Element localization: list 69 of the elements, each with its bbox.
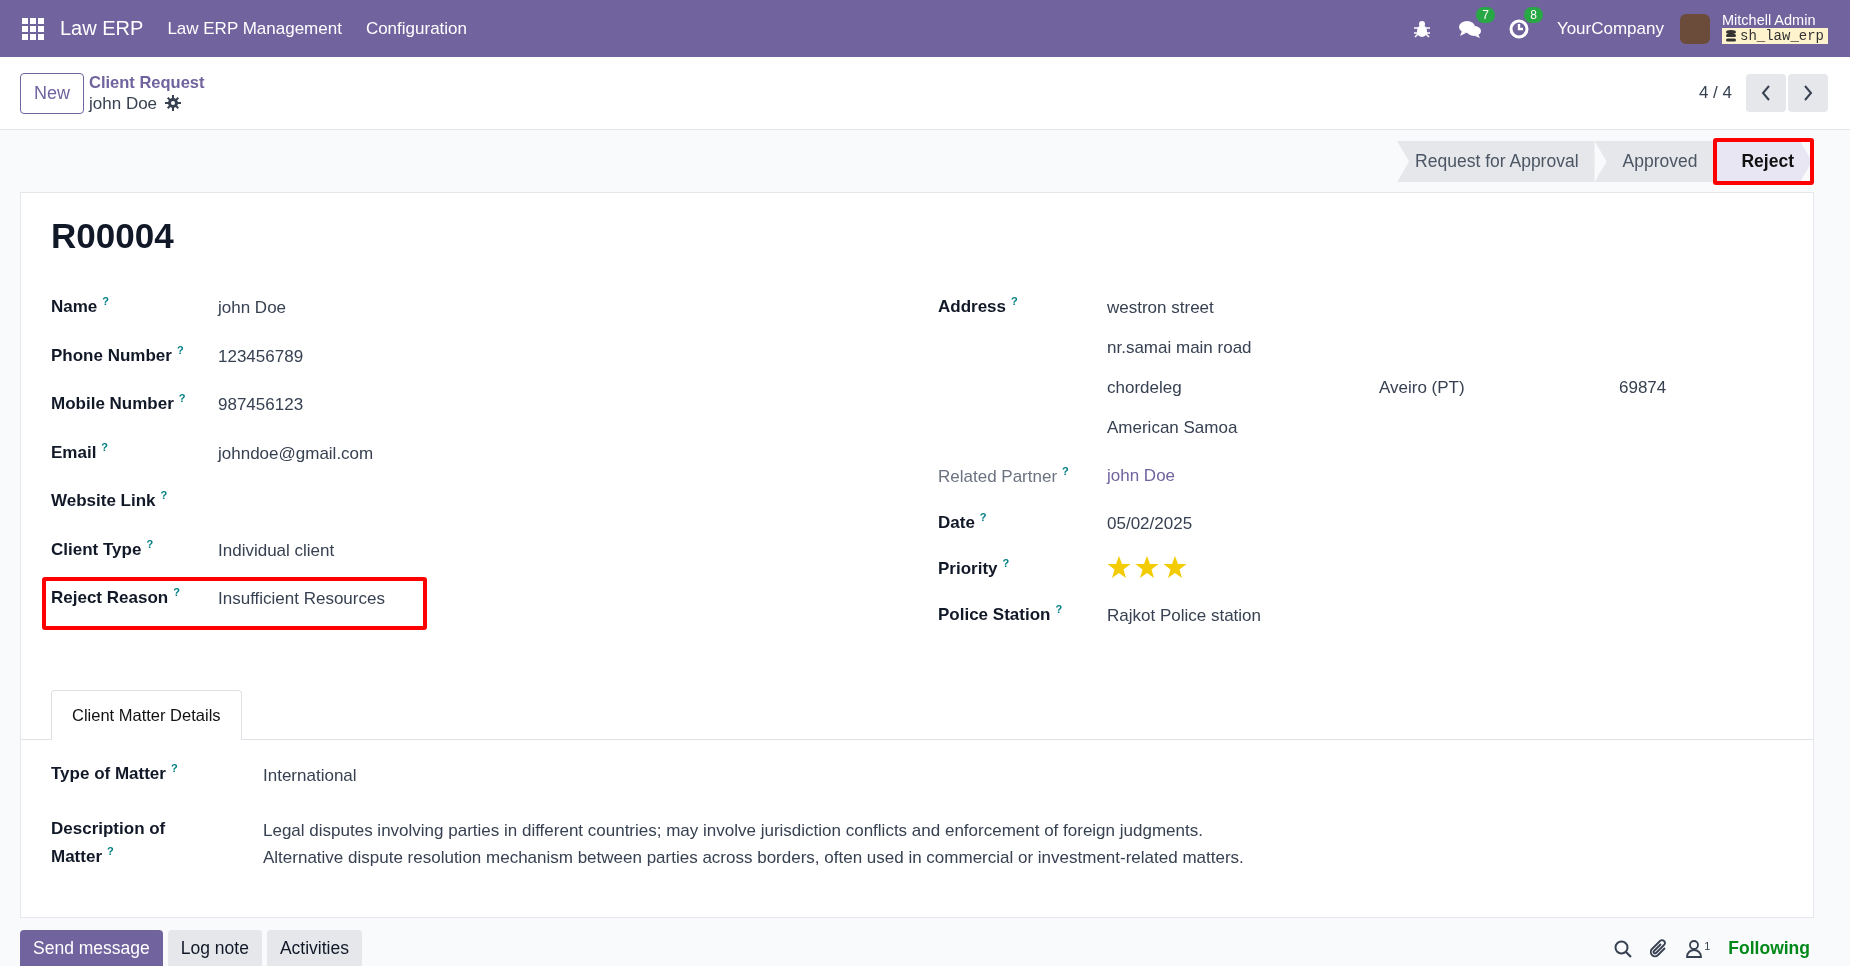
clock-icon[interactable]: [1508, 18, 1529, 39]
field-value: john Doe: [218, 297, 287, 318]
field-label: Email $^{?}$: [51, 439, 110, 463]
record-name: john Doe: [89, 92, 158, 114]
next-button[interactable]: [1788, 74, 1828, 112]
field-value: Rajkot Police station: [1107, 605, 1263, 626]
followers-count: 1: [1704, 939, 1711, 952]
address-line: westron street: [1107, 298, 1215, 318]
field-label: Priority $^{?}$: [938, 556, 1011, 579]
address-line: chordeleg: [1107, 378, 1183, 398]
paperclip-icon[interactable]: [1650, 938, 1669, 959]
app-grid-icon[interactable]: [22, 17, 44, 40]
field-label: Related Partner $^{?}$: [938, 464, 1070, 487]
chevron-left-icon: [1761, 85, 1771, 101]
breadcrumb-link[interactable]: Client Request: [89, 72, 205, 93]
activity-count-badge: 8: [1524, 6, 1543, 23]
menu-item[interactable]: Configuration: [365, 18, 467, 39]
star-icon[interactable]: [1107, 555, 1131, 579]
address-line: American Samoa: [1107, 418, 1239, 438]
partner-link[interactable]: john Doe: [1107, 462, 1783, 486]
new-button[interactable]: New: [20, 72, 84, 114]
chatter-button[interactable]: Activities: [266, 930, 362, 966]
field-value: Legal disputes involving parties in different countries; may involve jurisdiction conflicts and enforcement of foreign judgments.: [263, 820, 1204, 843]
field-label: Name $^{?}$: [51, 294, 111, 317]
company-name[interactable]: YourCompany: [1556, 18, 1664, 39]
chatter-button[interactable]: Send message: [20, 930, 163, 966]
message-count-badge: 7: [1476, 6, 1495, 23]
field-label: Type of Matter $^{?}$: [51, 761, 179, 785]
previous-button[interactable]: [1746, 74, 1786, 112]
field-label: Description of Matter $^{?}$: [51, 818, 167, 868]
address-line: Aveiro (PT): [1379, 378, 1466, 398]
field-label: Mobile Number $^{?}$: [51, 391, 187, 414]
status-stage[interactable]: Approved: [1594, 141, 1714, 182]
field-value: Alternative dispute resolution mechanism between parties across borders, often used in commercial or investment-related matters.: [263, 846, 1245, 869]
field-label: Police Station $^{?}$: [938, 602, 1064, 625]
menu-item[interactable]: Law ERP Management: [167, 18, 342, 39]
database-icon: [1726, 30, 1736, 43]
field-value: 123456789: [218, 345, 304, 367]
status-stage[interactable]: Request for Approval: [1397, 141, 1595, 182]
chevron-right-icon: [1803, 85, 1813, 101]
user-name[interactable]: Mitchell Admin: [1722, 12, 1828, 28]
star-icon[interactable]: [1135, 555, 1159, 579]
chatter-button[interactable]: Log note: [167, 930, 262, 966]
app-name[interactable]: Law ERP: [60, 17, 144, 40]
field-label: Website Link $^{?}$: [51, 488, 169, 511]
search-icon[interactable]: [1614, 939, 1633, 958]
field-label: Reject Reason $^{?}$: [51, 585, 181, 608]
bug-icon[interactable]: [1412, 19, 1431, 38]
field-value: Individual client: [218, 539, 335, 561]
field-label: Address $^{?}$: [938, 294, 1019, 317]
following-button[interactable]: Following: [1728, 938, 1810, 959]
address-line: nr.samai main road: [1107, 338, 1253, 358]
notebook-tab[interactable]: Client Matter Details: [51, 690, 242, 740]
field-label: Date $^{?}$: [938, 510, 988, 533]
field-value: International: [263, 765, 358, 787]
field-value: 05/02/2025: [1107, 513, 1194, 534]
record-reference: R00004: [51, 215, 175, 257]
database-badge: sh_law_erp: [1722, 27, 1828, 45]
pager-counter[interactable]: 4 / 4: [1698, 83, 1732, 103]
field-label: Client Type $^{?}$: [51, 536, 155, 560]
address-line: 69874: [1619, 378, 1668, 398]
field-value: johndoe@gmail.com: [218, 442, 374, 464]
field-value: Insufficient Resources: [218, 588, 385, 609]
person-icon[interactable]: [1686, 939, 1703, 958]
settings-icon[interactable]: [165, 95, 182, 112]
chat-bubbles-icon[interactable]: [1458, 18, 1481, 39]
star-icon[interactable]: [1163, 555, 1187, 579]
field-value: 987456123: [218, 394, 304, 415]
field-label: Phone Number $^{?}$: [51, 342, 185, 366]
